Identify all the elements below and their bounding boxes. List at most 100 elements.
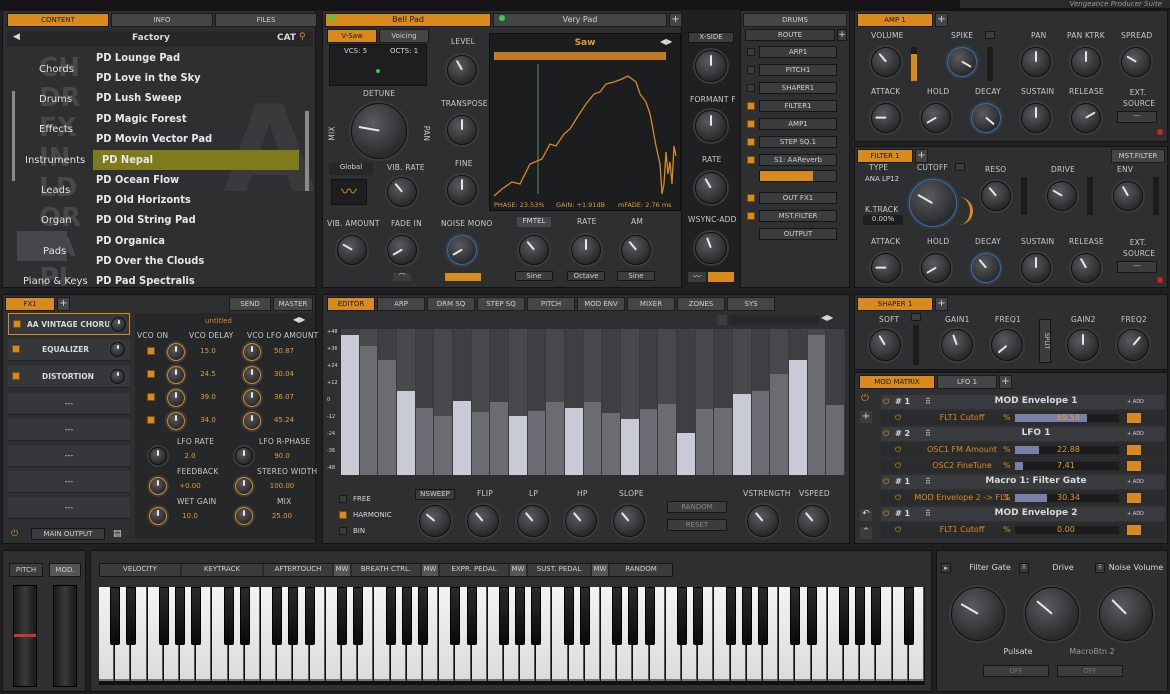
fx-slot-empty[interactable]: --- [8, 445, 130, 467]
amp-attack-knob[interactable] [871, 103, 901, 133]
fx-slot-empty[interactable]: --- [8, 419, 130, 441]
black-key[interactable] [741, 587, 752, 645]
harmonic-bar[interactable] [415, 407, 434, 475]
add-mod-tab-button[interactable]: + [999, 375, 1012, 389]
vco-amount-knob[interactable] [243, 343, 261, 361]
mode-free-radio[interactable] [339, 495, 347, 503]
black-key[interactable] [450, 587, 461, 645]
mod-source-row[interactable]: ⏻ # 2 ⠿ LFO 1 + ADD [881, 427, 1165, 441]
mode-harmonic-radio[interactable] [339, 511, 347, 519]
preset-item[interactable]: PD Lush Sweep [96, 91, 181, 104]
route-led[interactable] [747, 66, 755, 74]
harmonic-column[interactable] [378, 329, 396, 475]
filter-decay-knob[interactable] [971, 253, 1001, 283]
harmonic-column[interactable] [621, 329, 639, 475]
editor-nav[interactable]: ◀▶ [821, 313, 833, 322]
rate2-knob[interactable] [695, 172, 727, 204]
harmonic-bar[interactable] [658, 403, 676, 475]
vibrato-wave-icon[interactable]: 〰 [331, 179, 367, 205]
tab-mixer[interactable]: MIXER [627, 297, 675, 311]
black-key[interactable] [288, 587, 299, 645]
mod-source-icon[interactable]: ⠿ [925, 509, 931, 518]
black-key[interactable] [839, 587, 850, 645]
black-key[interactable] [725, 587, 736, 645]
black-key[interactable] [272, 587, 283, 645]
mod-undo-icon[interactable]: ↶ [860, 509, 872, 521]
harmonic-column[interactable] [341, 329, 359, 475]
lp-knob[interactable] [517, 505, 549, 537]
random-source-button[interactable]: RANDOM [610, 564, 672, 576]
nsweep-label[interactable]: NSWEEP [415, 489, 455, 500]
black-key[interactable] [531, 587, 542, 645]
black-key[interactable] [110, 587, 121, 645]
tab-vsaw[interactable]: V-Saw [327, 29, 377, 43]
ktrack-value[interactable]: 0.00% [863, 215, 903, 225]
black-key[interactable] [903, 587, 914, 645]
harmonic-bar[interactable] [434, 416, 452, 475]
macro-button2-toggle[interactable]: OFF [1057, 665, 1123, 677]
harmonic-column[interactable] [789, 329, 807, 475]
macro3-label[interactable]: Noise Volume [1105, 563, 1167, 575]
velocity-button[interactable]: VELOCITY [100, 564, 180, 576]
percent-icon[interactable]: % [1003, 493, 1011, 502]
power-icon[interactable]: ⏻ [883, 429, 889, 439]
mode-bin-radio[interactable] [339, 527, 347, 535]
global-select[interactable]: Global [329, 163, 373, 175]
preset-item[interactable]: PD Love in the Sky [96, 71, 201, 84]
flip-knob[interactable] [467, 505, 499, 537]
tab-mod-env[interactable]: MOD ENV [577, 297, 625, 311]
vco-amount-value[interactable]: 45.24 [269, 416, 299, 424]
mod-power-icon[interactable]: ⏻ [861, 393, 869, 404]
harmonic-bar[interactable] [695, 409, 714, 475]
vco-on-toggle[interactable] [147, 393, 155, 401]
mix-knob[interactable] [235, 507, 253, 525]
route-item-outfx1[interactable]: OUT FX1 [759, 192, 837, 204]
vco-delay-value[interactable]: 34.0 [193, 416, 223, 424]
harmonic-bar[interactable] [359, 346, 378, 475]
route-item-pitch1[interactable]: PITCH1 [759, 64, 837, 76]
sust-pedal-button[interactable]: SUST. PEDAL [528, 564, 590, 576]
harmonic-bar[interactable] [733, 393, 751, 475]
breath-button[interactable]: BREATH CTRL. [352, 564, 420, 576]
editor-select[interactable] [729, 315, 819, 325]
fade-curve-icon[interactable]: ⌒ [393, 273, 411, 281]
fx-slot-chorus[interactable]: AA VINTAGE CHORUS [8, 313, 130, 335]
harmonic-bar[interactable] [546, 402, 564, 475]
route-led[interactable] [747, 212, 755, 220]
octs-value[interactable]: OCTS: 1 [390, 47, 418, 55]
black-key[interactable] [126, 587, 137, 645]
preset-item[interactable]: PD Pad Spectralis [96, 274, 195, 286]
drums-tab[interactable]: DRUMS [743, 13, 847, 27]
black-key[interactable] [693, 587, 704, 645]
harmonic-column[interactable] [509, 329, 527, 475]
vco-delay-value[interactable]: 24.5 [193, 370, 223, 378]
vco-amount-knob[interactable] [243, 389, 261, 407]
add-amp-button[interactable]: + [935, 13, 948, 27]
harmonic-bar[interactable] [341, 335, 359, 475]
noise-knob[interactable] [447, 235, 477, 265]
lfo1-tab[interactable]: LFO 1 [937, 375, 997, 389]
filter-reso-knob[interactable] [981, 181, 1011, 211]
vco-delay-value[interactable]: 39.0 [193, 393, 223, 401]
search-icon[interactable]: ⚲ [299, 32, 306, 42]
level-knob[interactable] [447, 55, 477, 85]
macro2-options[interactable]: ⠿ [1095, 563, 1105, 573]
reset-button[interactable]: RESET [667, 519, 727, 531]
fx-slot-equalizer[interactable]: EQUALIZER [8, 339, 130, 361]
macro3-knob[interactable] [1099, 587, 1153, 641]
add-fx-button[interactable]: + [57, 297, 70, 311]
black-key[interactable] [563, 587, 574, 645]
shaper-tab[interactable]: SHAPER 1 [857, 297, 933, 311]
vco-amount-value[interactable]: 50.87 [269, 347, 299, 355]
harmonic-bar[interactable] [789, 360, 807, 475]
fx-slot-distortion[interactable]: DISTORTION [8, 366, 130, 388]
main-output-select[interactable]: MAIN OUTPUT [31, 528, 105, 540]
black-key[interactable] [855, 587, 866, 645]
preset-item-selected[interactable]: PD Nepal [102, 153, 153, 166]
category-leads[interactable]: Leads [41, 185, 70, 196]
mod-destination-row[interactable]: ⏻ OSC1 FM Amount% 22.88 [881, 443, 1165, 457]
hp-knob[interactable] [565, 505, 597, 537]
stereo-width-value[interactable]: 100.00 [267, 482, 297, 490]
mod-source-icon[interactable]: ⠿ [925, 429, 931, 438]
macro1-knob[interactable] [951, 587, 1005, 641]
